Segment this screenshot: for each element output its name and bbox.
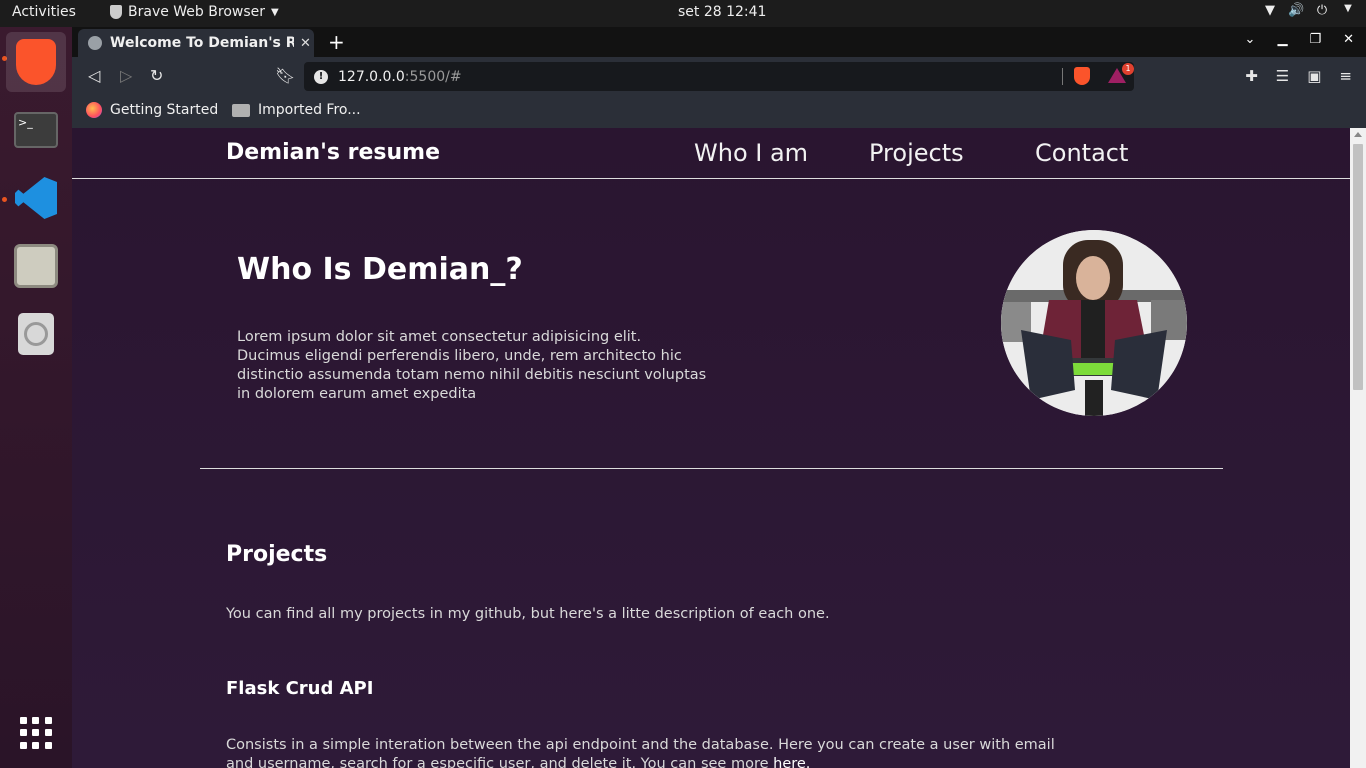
nav-contact[interactable]: Contact xyxy=(1035,139,1128,167)
wifi-icon: ▼ xyxy=(1265,3,1275,18)
browser-window: Welcome To Demian's Res ✕ + ⌄ ▁ ❐ ✕ ◁ ▷ … xyxy=(72,27,1366,768)
volume-icon: 🔊 xyxy=(1288,3,1305,18)
url-host: 127.0.0.0 xyxy=(338,68,405,85)
project-text: Consists in a simple interation between … xyxy=(226,737,1055,768)
site-header: Demian's resume Who I am Projects Contac… xyxy=(72,128,1350,179)
globe-icon xyxy=(88,36,102,50)
project-link[interactable]: here. xyxy=(773,756,810,768)
tab-title: Welcome To Demian's Res xyxy=(110,35,294,51)
profile-photo-illustration xyxy=(1001,230,1187,416)
activities-button[interactable]: Activities xyxy=(12,4,76,20)
brave-icon xyxy=(16,39,56,85)
dock-vscode[interactable] xyxy=(6,168,66,228)
playlist-icon[interactable]: ☰ xyxy=(1276,67,1289,85)
scrollbar-thumb[interactable] xyxy=(1353,144,1363,390)
url-separator xyxy=(1062,68,1063,85)
terminal-icon: >_ xyxy=(14,112,58,148)
rewards-badge: 1 xyxy=(1122,63,1134,75)
new-tab-icon[interactable]: + xyxy=(328,30,345,54)
system-top-bar: Activities Brave Web Browser ▼ set 28 12… xyxy=(0,0,1366,27)
projects-description: You can find all my projects in my githu… xyxy=(226,606,830,622)
back-icon[interactable]: ◁ xyxy=(88,66,100,85)
section-divider xyxy=(200,468,1223,469)
close-window-icon[interactable]: ✕ xyxy=(1343,32,1354,47)
bookmarks-bar: Getting Started Imported Fro... xyxy=(72,95,1366,128)
close-icon[interactable]: ✕ xyxy=(300,36,311,51)
chevron-down-icon[interactable]: ⌄ xyxy=(1245,32,1256,47)
url-path: :5500/# xyxy=(404,68,462,85)
hero-title: Who Is Demian_? xyxy=(237,252,523,287)
project-title: Flask Crud API xyxy=(226,678,374,699)
dock-disk[interactable] xyxy=(6,304,66,364)
nav-projects[interactable]: Projects xyxy=(869,139,964,167)
chevron-down-icon: ▼ xyxy=(1344,3,1352,14)
bookmark-icon[interactable]: 🔖︎ xyxy=(275,66,295,85)
brave-shield-icon[interactable] xyxy=(1074,67,1090,85)
brave-small-icon xyxy=(110,5,122,19)
navigation-bar: ◁ ▷ ↻ 🔖︎ ! 127.0.0.0:5500/# 1 ✚ ☰ ▣ ≡ xyxy=(72,57,1366,95)
maximize-icon[interactable]: ❐ xyxy=(1309,32,1321,47)
bookmark-imported[interactable]: Imported Fro... xyxy=(232,102,361,118)
wallet-icon[interactable]: ▣ xyxy=(1307,67,1321,85)
vscode-icon xyxy=(15,177,57,219)
tab-bar: Welcome To Demian's Res ✕ + ⌄ ▁ ❐ ✕ xyxy=(72,27,1366,57)
page-scrollbar[interactable] xyxy=(1350,128,1366,768)
scroll-up-icon[interactable] xyxy=(1354,132,1362,137)
tab-active[interactable]: Welcome To Demian's Res ✕ xyxy=(78,29,314,57)
dock: >_ xyxy=(0,27,72,768)
bookmark-getting-started[interactable]: Getting Started xyxy=(86,102,218,118)
firefox-icon xyxy=(86,102,102,118)
disc-icon xyxy=(18,313,54,355)
reload-icon[interactable]: ↻ xyxy=(150,66,163,85)
bookmark-label: Imported Fro... xyxy=(258,102,361,118)
info-icon[interactable]: ! xyxy=(314,69,328,84)
web-page: Demian's resume Who I am Projects Contac… xyxy=(72,128,1366,768)
dock-files[interactable] xyxy=(6,236,66,296)
site-brand[interactable]: Demian's resume xyxy=(226,140,440,165)
show-applications-icon[interactable] xyxy=(20,717,52,749)
minimize-icon[interactable]: ▁ xyxy=(1277,32,1287,47)
menu-icon[interactable]: ≡ xyxy=(1339,67,1352,85)
profile-photo xyxy=(1001,230,1187,416)
toolbar-actions: ✚ ☰ ▣ ≡ xyxy=(1245,67,1352,85)
project-description: Consists in a simple interation between … xyxy=(226,736,1056,768)
nav-who-i-am[interactable]: Who I am xyxy=(694,139,808,167)
system-tray[interactable]: ▼ 🔊 ⏻ ▼ xyxy=(1262,3,1356,19)
app-menu[interactable]: Brave Web Browser ▼ xyxy=(110,4,279,20)
folder-icon xyxy=(14,244,58,288)
forward-icon[interactable]: ▷ xyxy=(120,66,132,85)
projects-title: Projects xyxy=(226,542,328,567)
window-controls: ⌄ ▁ ❐ ✕ xyxy=(1245,32,1354,47)
extensions-icon[interactable]: ✚ xyxy=(1245,67,1258,85)
power-icon: ⏻ xyxy=(1316,3,1328,18)
address-bar[interactable]: ! 127.0.0.0:5500/# 1 xyxy=(304,62,1134,91)
app-menu-label: Brave Web Browser xyxy=(128,4,265,20)
hero-text: Lorem ipsum dolor sit amet consectetur a… xyxy=(237,329,707,402)
dock-brave[interactable] xyxy=(6,32,66,92)
clock[interactable]: set 28 12:41 xyxy=(678,4,766,20)
bookmark-label: Getting Started xyxy=(110,102,219,118)
chevron-down-icon: ▼ xyxy=(271,6,279,18)
dock-terminal[interactable]: >_ xyxy=(6,100,66,160)
folder-icon xyxy=(232,103,250,117)
